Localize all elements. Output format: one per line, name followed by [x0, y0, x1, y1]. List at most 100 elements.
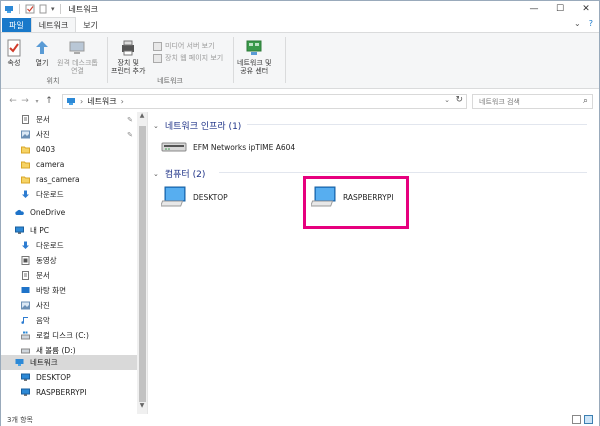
ribbon-separator	[107, 37, 108, 83]
title-bar: ▾ 네트워크 — ☐ ✕	[1, 1, 599, 17]
download-arrow-icon	[22, 241, 29, 249]
network-center-label-2: 공유 센터	[240, 67, 269, 75]
ribbon: 속성 열기 원격 데스크톱 연결 위치 장치 및 프린터 추가 미디어 서버 보…	[1, 32, 599, 89]
sidebar-item-pc-pictures[interactable]: 사진	[1, 298, 137, 313]
scroll-up-icon[interactable]: ▲	[137, 112, 147, 124]
search-icon[interactable]: ⌕	[583, 96, 588, 106]
recent-dropdown-icon[interactable]: ▾	[31, 98, 43, 105]
network-center-label: 네트워크 및	[237, 59, 272, 67]
network-icon	[15, 359, 24, 366]
maximize-button[interactable]: ☐	[547, 1, 573, 17]
network-sharing-center-button[interactable]: 네트워크 및 공유 센터	[237, 39, 271, 75]
sidebar-item-net-raspberrypi[interactable]: RASPBERRYPI	[1, 385, 137, 400]
properties-label: 속성	[7, 59, 21, 67]
sidebar-item-label: OneDrive	[30, 208, 66, 217]
details-view-icon[interactable]	[572, 415, 581, 424]
sidebar-item-desktop[interactable]: 바탕 화면	[1, 283, 137, 298]
scroll-down-icon[interactable]: ▼	[137, 402, 147, 414]
printer-icon	[122, 40, 135, 56]
remote-desktop-button[interactable]: 원격 데스크톱 연결	[57, 39, 98, 75]
windows-drive-icon	[21, 331, 30, 340]
sidebar-scroll-thumb[interactable]	[139, 126, 146, 402]
computer-icon	[161, 186, 186, 207]
sidebar-item-label: RASPBERRYPI	[36, 388, 87, 397]
sidebar-item-pc-documents[interactable]: 문서	[1, 268, 137, 283]
sidebar-item-downloads[interactable]: 다운로드	[1, 187, 137, 202]
group-header-computers[interactable]: ⌄ 컴퓨터 (2)	[153, 167, 205, 181]
open-label: 열기	[35, 59, 49, 67]
add-device-button[interactable]: 장치 및 프린터 추가	[111, 39, 145, 75]
chevron-down-icon[interactable]: ⌄	[153, 122, 159, 130]
network-device-item[interactable]: EFM Networks ipTIME A604	[161, 140, 295, 154]
minimize-button[interactable]: —	[521, 1, 547, 17]
chevron-down-icon[interactable]: ⌄	[153, 170, 159, 178]
search-input[interactable]: 네트워크 검색 ⌕	[472, 94, 593, 109]
ribbon-collapse-icon[interactable]: ⌄	[574, 19, 581, 28]
sidebar-item-onedrive[interactable]: OneDrive	[1, 205, 137, 220]
sidebar-item-label: 바탕 화면	[36, 286, 66, 295]
view-device-webpage-button[interactable]: 장치 웹 페이지 보기	[153, 53, 223, 63]
sidebar-item-videos[interactable]: 동영상	[1, 253, 137, 268]
qa-dropdown-icon[interactable]: ▾	[51, 5, 55, 13]
sidebar-item-folder-0403[interactable]: 0403	[1, 142, 137, 157]
pin-icon[interactable]: ✎	[127, 131, 133, 139]
view-media-server-button[interactable]: 미디어 서버 보기	[153, 41, 215, 51]
tab-network[interactable]: 네트워크	[30, 17, 77, 32]
window-title: 네트워크	[68, 4, 98, 14]
large-icons-view-icon[interactable]	[584, 415, 593, 424]
properties-check-icon	[7, 39, 21, 57]
group-header-infrastructure[interactable]: ⌄ 네트워크 인프라 (1)	[153, 119, 241, 133]
up-arrow-icon[interactable]: ↑	[43, 96, 55, 106]
sidebar-item-local-disk-c[interactable]: 로컬 디스크 (C:)	[1, 328, 137, 343]
document-icon	[22, 115, 29, 124]
sidebar-item-label: 다운로드	[36, 190, 64, 199]
item-count: 3개 항목	[7, 416, 33, 424]
forward-arrow-icon[interactable]: →	[19, 96, 31, 106]
address-dropdown-icon[interactable]: ⌄	[444, 96, 450, 104]
address-input[interactable]: › 네트워크 › ⌄ ↻	[62, 94, 467, 109]
desktop-icon	[21, 287, 30, 293]
address-chevron-icon[interactable]: ›	[80, 97, 83, 106]
sidebar-item-this-pc[interactable]: 내 PC	[1, 223, 137, 238]
remote-desktop-label-2: 연결	[70, 67, 84, 75]
onedrive-cloud-icon	[15, 209, 24, 215]
sidebar-item-folder-camera[interactable]: camera	[1, 157, 137, 172]
qa-separator	[59, 4, 61, 14]
drive-icon	[21, 348, 30, 354]
tab-view[interactable]: 보기	[76, 18, 105, 32]
qa-separator	[19, 4, 20, 14]
group-divider-wrap	[149, 167, 599, 176]
ribbon-group-network: 장치 및 프린터 추가 미디어 서버 보기 장치 웹 페이지 보기 네트워크	[109, 35, 231, 87]
computer-label: DESKTOP	[193, 192, 228, 202]
sidebar-item-pc-downloads[interactable]: 다운로드	[1, 238, 137, 253]
tab-file[interactable]: 파일	[2, 18, 31, 32]
pin-icon[interactable]: ✎	[127, 116, 133, 124]
close-button[interactable]: ✕	[573, 1, 599, 17]
computer-item-desktop[interactable]: DESKTOP	[161, 186, 228, 208]
sidebar-item-music[interactable]: 음악	[1, 313, 137, 328]
group-label-network: 네트워크	[157, 77, 183, 85]
address-chevron-icon[interactable]: ›	[121, 97, 124, 106]
group-label-location: 위치	[46, 77, 60, 85]
properties-icon[interactable]	[25, 4, 35, 14]
sidebar-item-network[interactable]: 네트워크	[1, 355, 137, 370]
back-arrow-icon[interactable]: ←	[7, 96, 19, 106]
properties-button[interactable]: 속성	[5, 39, 23, 67]
new-folder-icon[interactable]	[38, 4, 48, 14]
help-icon[interactable]: ?	[589, 19, 593, 28]
network-location-icon	[67, 98, 75, 105]
sidebar-item-label: 음악	[36, 316, 50, 325]
sidebar-item-net-desktop[interactable]: DESKTOP	[1, 370, 137, 385]
folder-icon	[21, 146, 30, 154]
sidebar-item-documents[interactable]: 문서 ✎	[1, 112, 137, 127]
ribbon-tab-extras: ⌄ ?	[574, 19, 593, 28]
ribbon-tabs: 파일 네트워크 보기 ⌄ ?	[1, 17, 599, 32]
sidebar-item-folder-ras-camera[interactable]: ras_camera	[1, 172, 137, 187]
refresh-icon[interactable]: ↻	[455, 95, 463, 105]
status-bar: 3개 항목	[1, 414, 599, 426]
open-button[interactable]: 열기	[33, 39, 51, 67]
open-arrow-icon	[36, 41, 48, 54]
address-path[interactable]: 네트워크	[87, 96, 116, 107]
sidebar-item-pictures[interactable]: 사진 ✎	[1, 127, 137, 142]
sidebar-item-label: 문서	[36, 115, 50, 124]
